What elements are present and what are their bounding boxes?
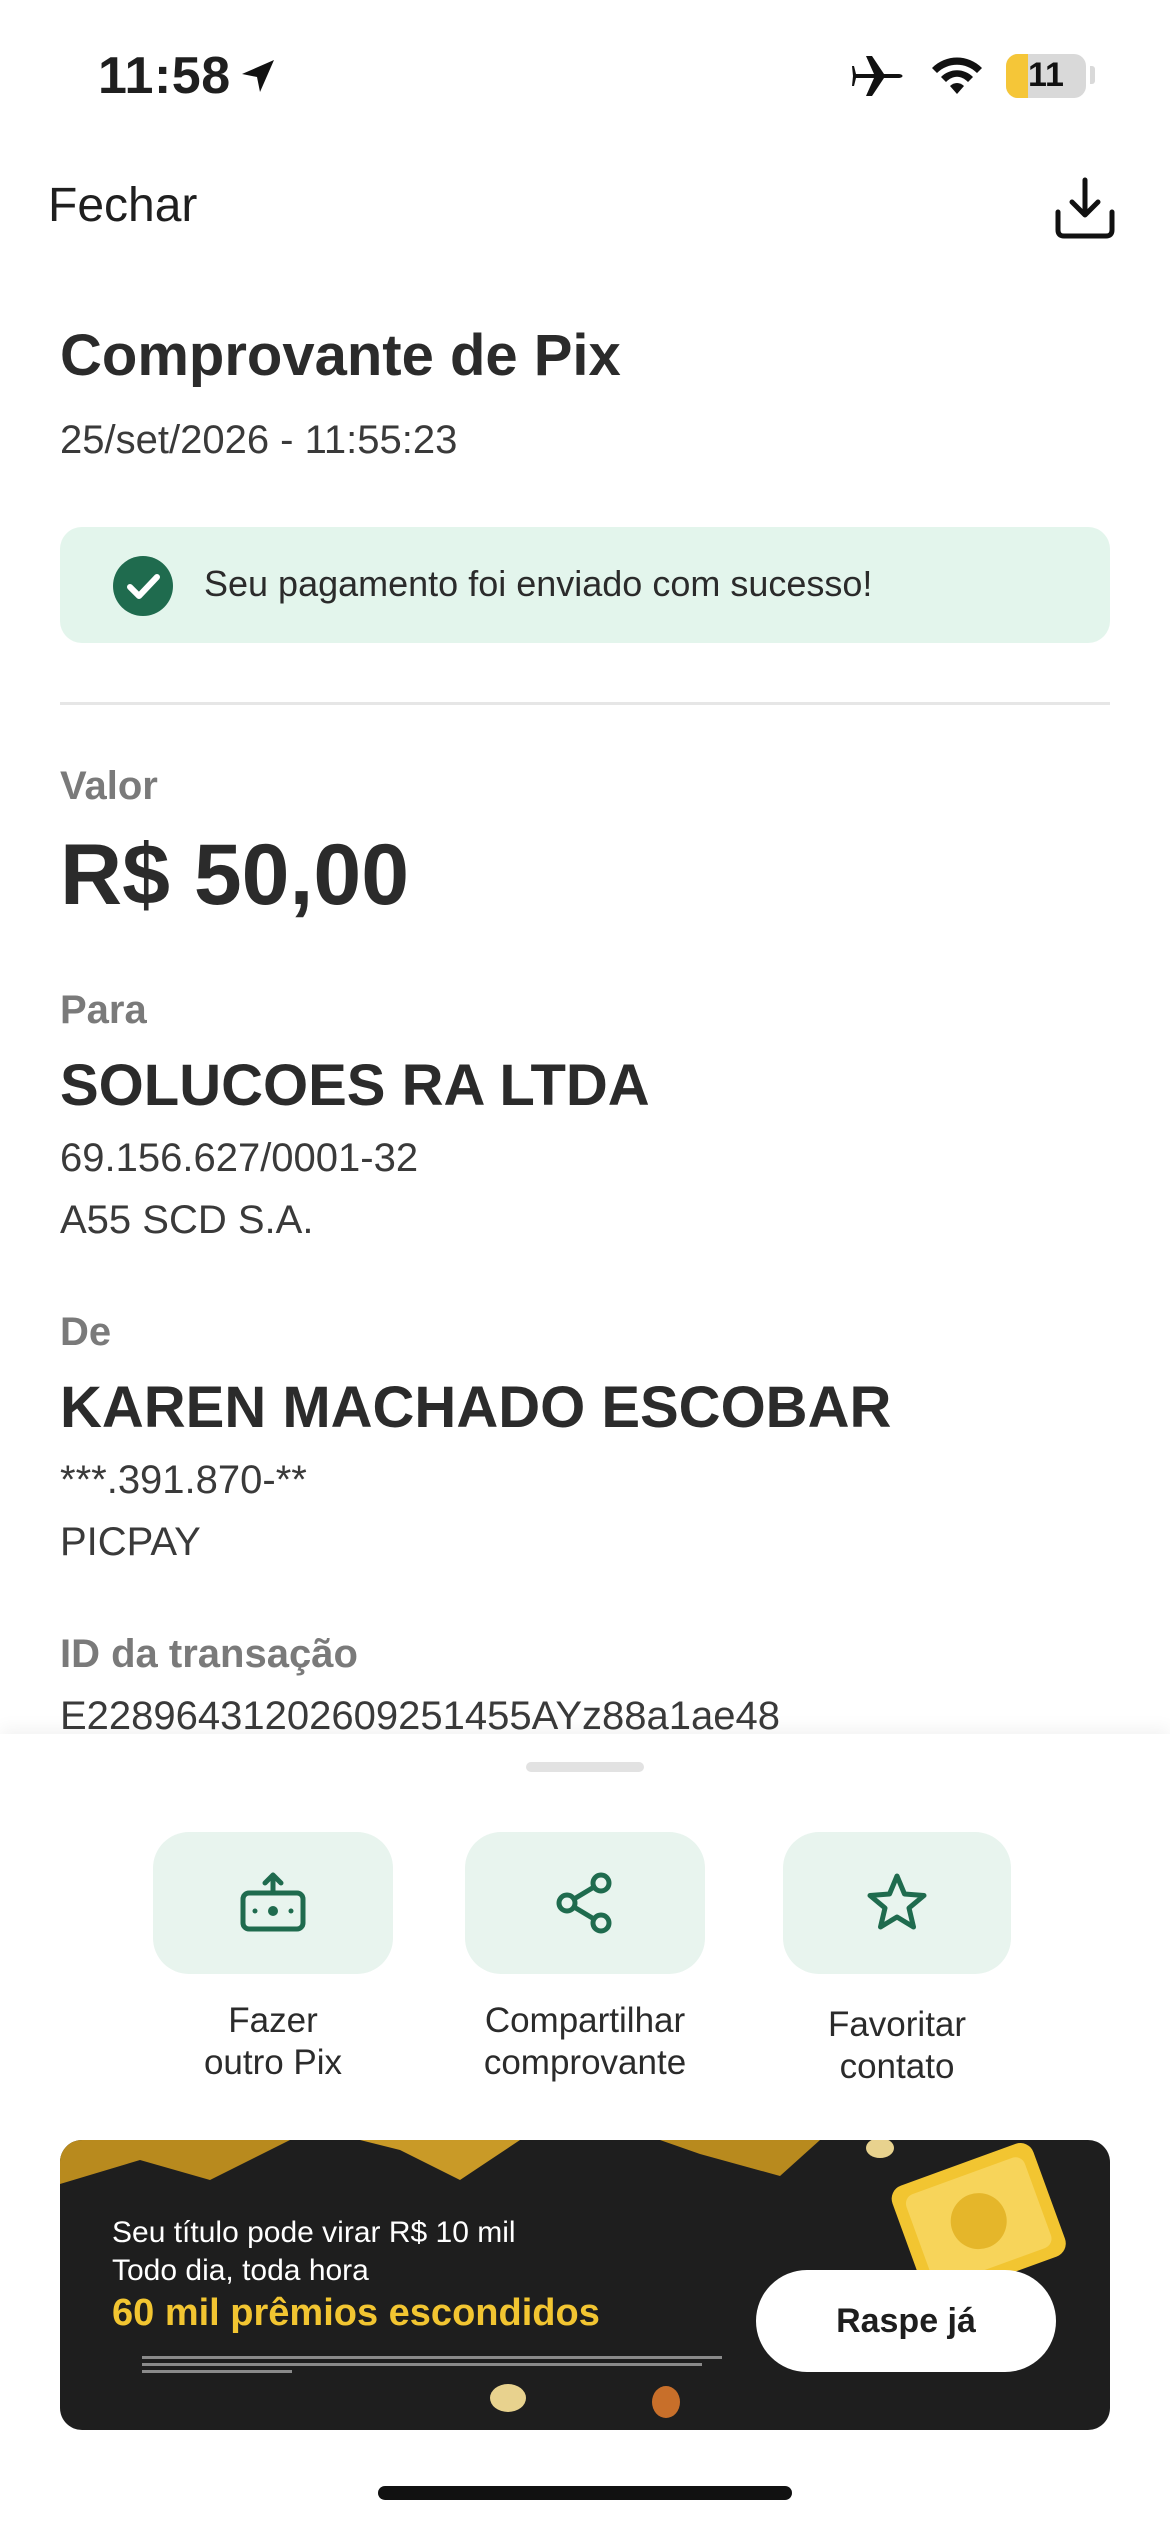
wifi-icon (932, 57, 982, 94)
sender-document: ***.391.870-** (60, 1458, 307, 1502)
recipient-institution: A55 SCD S.A. (60, 1198, 314, 1242)
banner-headline: 60 mil prêmios escondidos (112, 2292, 600, 2334)
scratch-now-button[interactable]: Raspe já (756, 2270, 1056, 2372)
new-pix-button[interactable]: Fazer outro Pix (153, 1832, 393, 2084)
home-indicator[interactable] (378, 2486, 792, 2500)
banner-fine-print (142, 2356, 722, 2373)
recipient-label: Para (60, 988, 147, 1032)
promo-banner[interactable]: Seu título pode virar R$ 10 mil Todo dia… (60, 2140, 1110, 2430)
banner-line-2: Todo dia, toda hora (112, 2254, 369, 2287)
new-pix-label: Fazer outro Pix (203, 2001, 343, 2082)
value-label: Valor (60, 764, 158, 808)
receipt-datetime: 25/set/2026 - 11:55:23 (60, 418, 458, 462)
payment-value: R$ 50,00 (60, 827, 410, 923)
share-icon (556, 1872, 612, 1934)
battery-level: 11 (1028, 56, 1064, 94)
location-arrow-icon (242, 60, 274, 92)
transaction-id-label: ID da transação (60, 1632, 358, 1676)
success-message: Seu pagamento foi enviado com sucesso! (204, 563, 873, 604)
check-circle-icon (113, 556, 173, 616)
share-receipt-button[interactable]: Compartilhar comprovante (465, 1832, 705, 2084)
actions-sheet: Fazer outro Pix Compartilhar comprovante… (0, 1734, 1170, 2532)
success-banner: Seu pagamento foi enviado com sucesso! (60, 527, 1110, 643)
status-time: 11:58 (98, 47, 231, 105)
recipient-document: 69.156.627/0001-32 (60, 1136, 419, 1180)
page-title: Comprovante de Pix (60, 323, 621, 388)
sheet-handle[interactable] (526, 1762, 644, 1772)
favorite-contact-button[interactable]: Favoritar contato (783, 1832, 1011, 2088)
favorite-contact-label: Favoritar contato (827, 2005, 967, 2086)
download-icon[interactable] (1050, 172, 1120, 242)
sender-institution: PICPAY (60, 1520, 201, 1564)
sender-label: De (60, 1310, 112, 1354)
divider (60, 702, 1110, 705)
sender-name: KAREN MACHADO ESCOBAR (60, 1375, 892, 1440)
banner-line-1: Seu título pode virar R$ 10 mil (112, 2216, 516, 2249)
transaction-id: E22896431202609251455AYz88a1ae48 (60, 1694, 780, 1738)
send-money-icon (240, 1872, 306, 1932)
airplane-icon (852, 56, 903, 96)
share-receipt-label: Compartilhar comprovante (483, 2001, 687, 2082)
close-button[interactable]: Fechar (48, 178, 197, 233)
star-icon (867, 1873, 927, 1930)
recipient-name: SOLUCOES RA LTDA (60, 1053, 650, 1118)
status-bar: 11:58 11 (0, 0, 1170, 150)
battery-icon: 11 (1006, 54, 1086, 98)
